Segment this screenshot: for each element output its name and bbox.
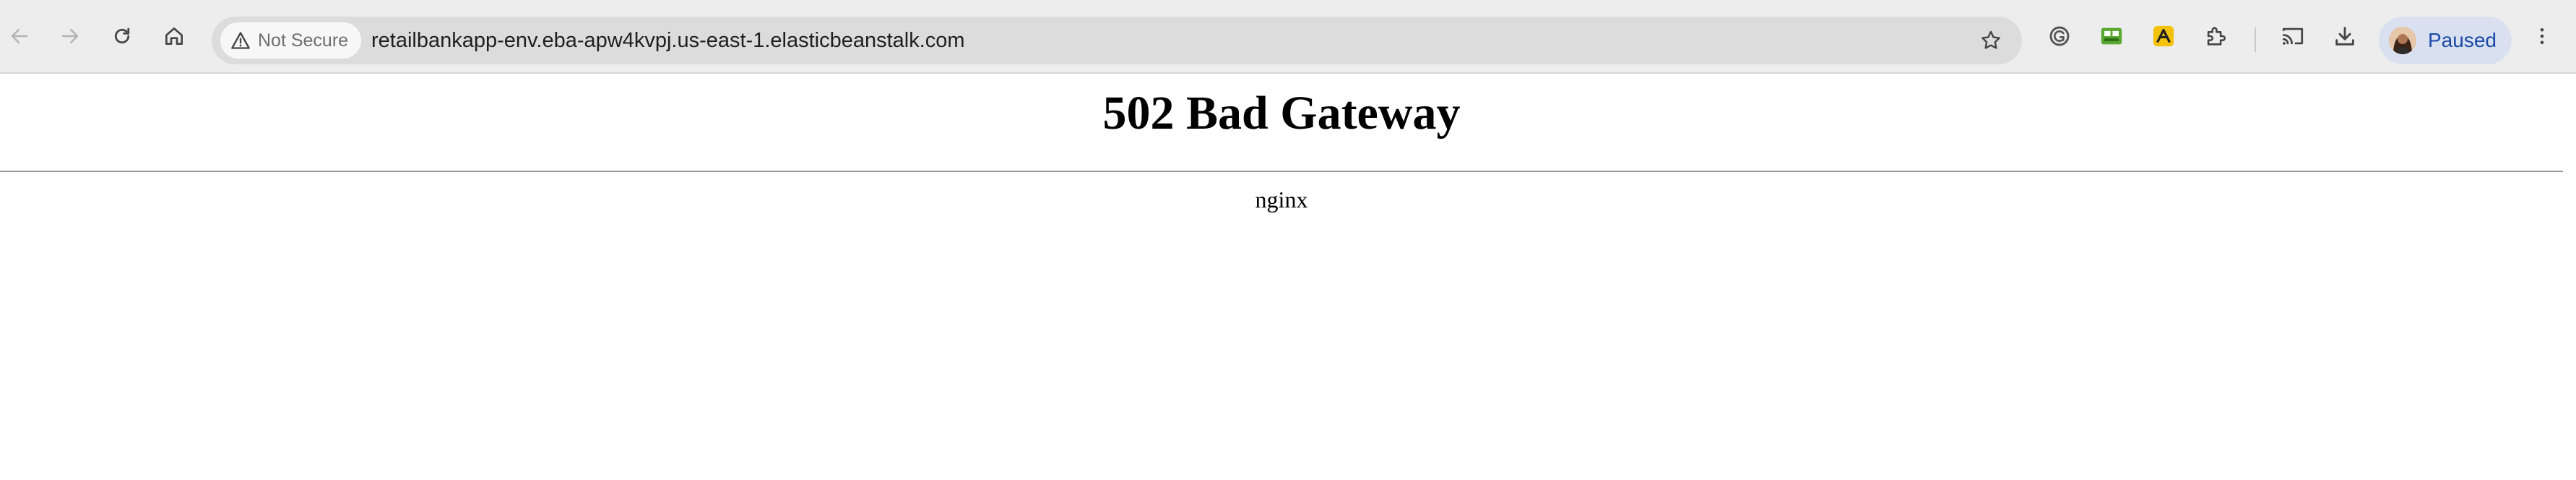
forward-button[interactable] [51, 17, 90, 56]
grammarly-icon [2049, 26, 2070, 46]
warning-icon [231, 32, 250, 49]
star-icon [1981, 30, 2000, 49]
extension-green-icon [2101, 27, 2122, 45]
browser-toolbar: Not Secure retailbankapp-env.eba-apw4kvp… [0, 0, 2576, 74]
green-extension-button[interactable] [2092, 17, 2131, 56]
extensions-button[interactable] [2196, 17, 2235, 56]
yellow-extension-button[interactable] [2144, 17, 2183, 56]
divider [0, 171, 2563, 172]
menu-icon [2540, 28, 2544, 44]
security-chip[interactable]: Not Secure [220, 22, 362, 59]
home-icon [165, 27, 183, 45]
page-title: 502 Bad Gateway [1102, 87, 1461, 140]
reload-icon [114, 27, 130, 44]
grammarly-extension-button[interactable] [2040, 17, 2079, 56]
toolbar-divider [2255, 27, 2256, 52]
security-chip-label: Not Secure [258, 30, 349, 51]
bookmark-button[interactable] [1976, 25, 2006, 56]
cast-icon [2282, 27, 2304, 45]
back-button[interactable] [0, 17, 39, 56]
forward-icon [61, 29, 79, 43]
back-icon [11, 29, 28, 43]
home-button[interactable] [155, 17, 194, 56]
url-text[interactable]: retailbankapp-env.eba-apw4kvpj.us-east-1… [371, 17, 965, 64]
extensions-puzzle-icon [2207, 27, 2226, 46]
download-icon [2335, 27, 2354, 46]
cast-button[interactable] [2273, 17, 2312, 56]
browser-menu-button[interactable] [2523, 17, 2562, 56]
avatar [2389, 27, 2416, 54]
downloads-button[interactable] [2325, 17, 2364, 56]
server-name: nginx [1255, 187, 1308, 213]
profile-status: Paused [2428, 29, 2497, 51]
reload-button[interactable] [103, 17, 142, 56]
profile-button[interactable]: Paused [2379, 17, 2512, 64]
extension-yellow-icon [2153, 25, 2174, 47]
address-bar[interactable]: Not Secure retailbankapp-env.eba-apw4kvp… [212, 17, 2022, 64]
